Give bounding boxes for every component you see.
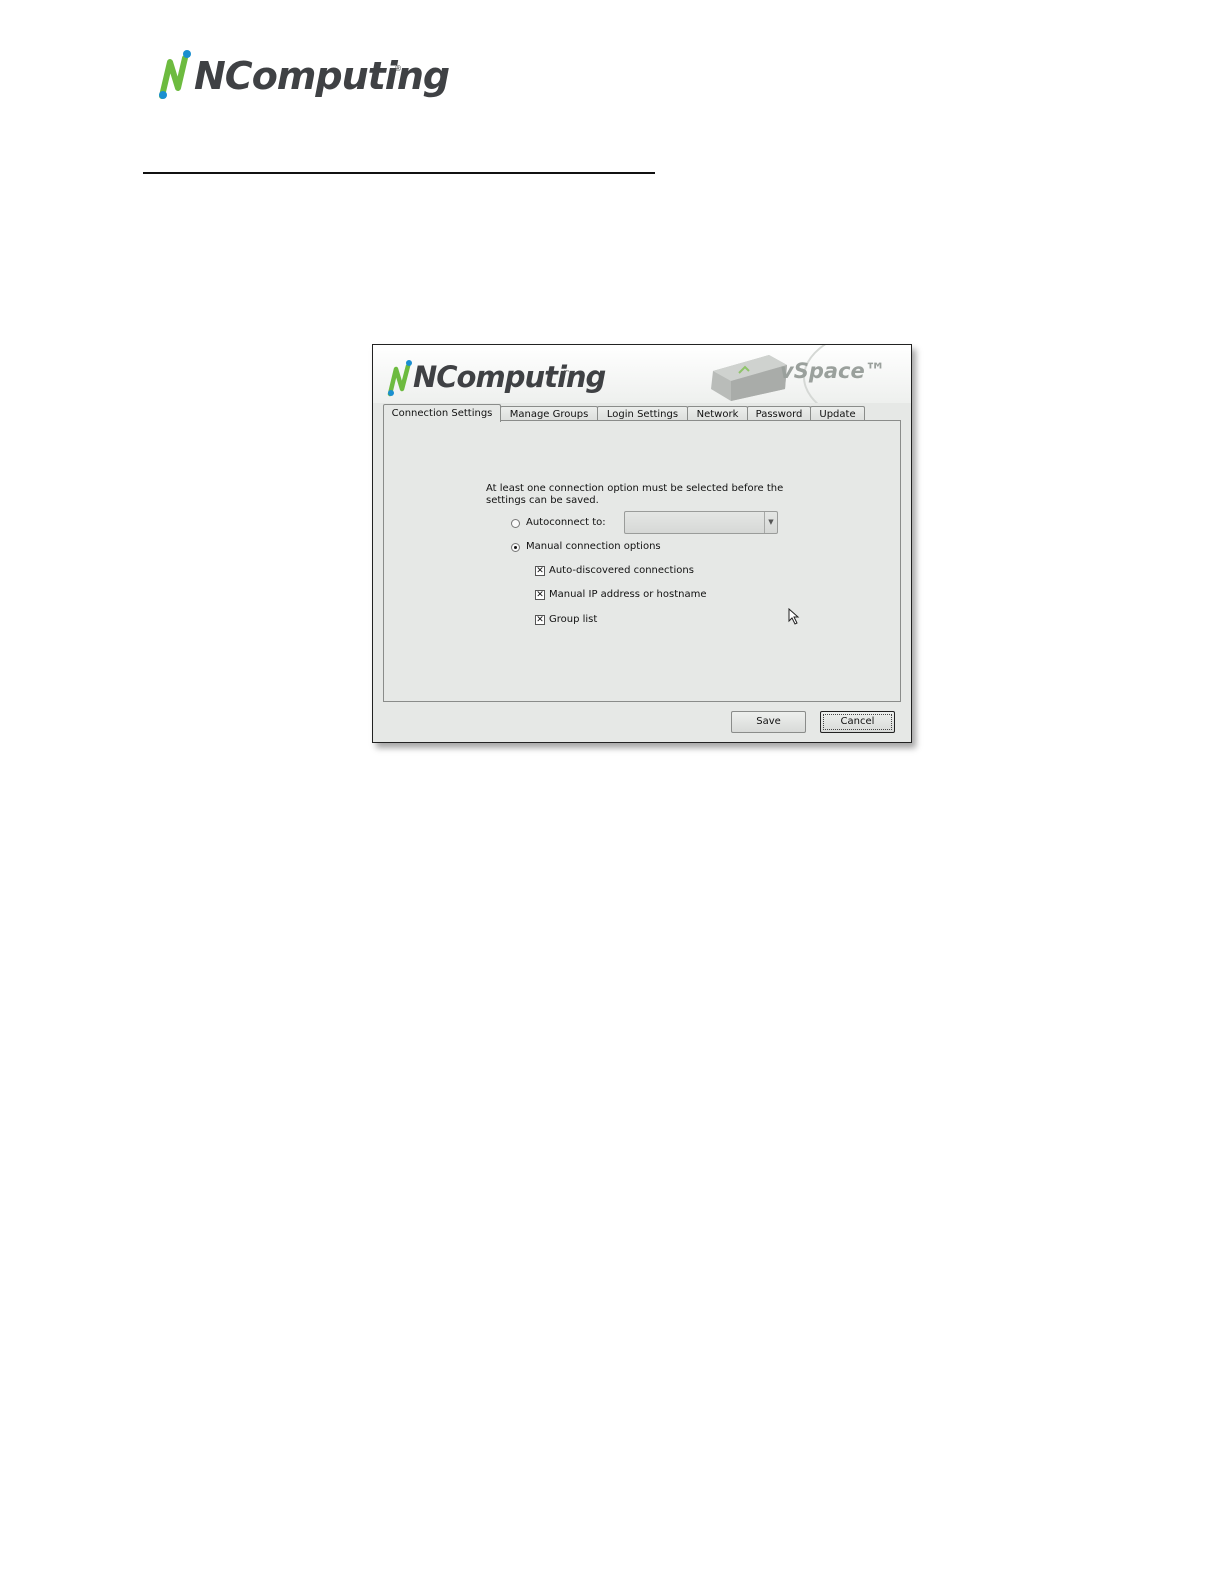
group-list-label: Group list	[549, 614, 598, 625]
tab-connection-settings[interactable]: Connection Settings	[383, 404, 501, 422]
autoconnect-label: Autoconnect to:	[526, 517, 606, 528]
connection-settings-panel: At least one connection option must be s…	[383, 420, 901, 702]
tab-login-settings[interactable]: Login Settings	[597, 406, 688, 421]
group-list-checkbox[interactable]: ✕	[535, 615, 545, 625]
manual-ip-checkbox[interactable]: ✕	[535, 590, 545, 600]
auto-discovered-checkbox[interactable]: ✕	[535, 566, 545, 576]
manual-connection-radio[interactable]	[511, 543, 520, 552]
autoconnect-dropdown[interactable]: ▼	[624, 511, 778, 534]
ncomputing-n-logo-icon	[159, 50, 191, 99]
window-banner: NComputing ™ vSpace™	[373, 345, 911, 403]
registered-mark: ®	[394, 64, 402, 73]
cancel-button[interactable]: Cancel	[820, 711, 895, 733]
manual-connection-label: Manual connection options	[526, 541, 661, 552]
tab-network[interactable]: Network	[687, 406, 748, 421]
mouse-pointer-icon	[788, 608, 800, 625]
save-button[interactable]: Save	[731, 711, 806, 733]
banner-wordmark: NComputing	[413, 360, 606, 394]
chevron-down-icon[interactable]: ▼	[764, 512, 777, 533]
settings-window: NComputing ™ vSpace™ Connection Settings…	[372, 344, 912, 743]
notice-text: At least one connection option must be s…	[486, 483, 784, 506]
header-divider	[143, 172, 655, 174]
manual-ip-label: Manual IP address or hostname	[549, 589, 707, 600]
page-logo: NComputing ®	[158, 48, 450, 108]
tab-manage-groups[interactable]: Manage Groups	[500, 406, 598, 421]
focus-ring	[823, 714, 892, 730]
trademark-mark: ™	[563, 369, 570, 377]
tab-update[interactable]: Update	[810, 406, 865, 421]
tab-password[interactable]: Password	[747, 406, 811, 421]
logo-wordmark: NComputing	[194, 54, 450, 98]
vspace-logo: vSpace™	[780, 359, 886, 383]
auto-discovered-label: Auto-discovered connections	[549, 565, 694, 576]
autoconnect-radio[interactable]	[511, 519, 520, 528]
